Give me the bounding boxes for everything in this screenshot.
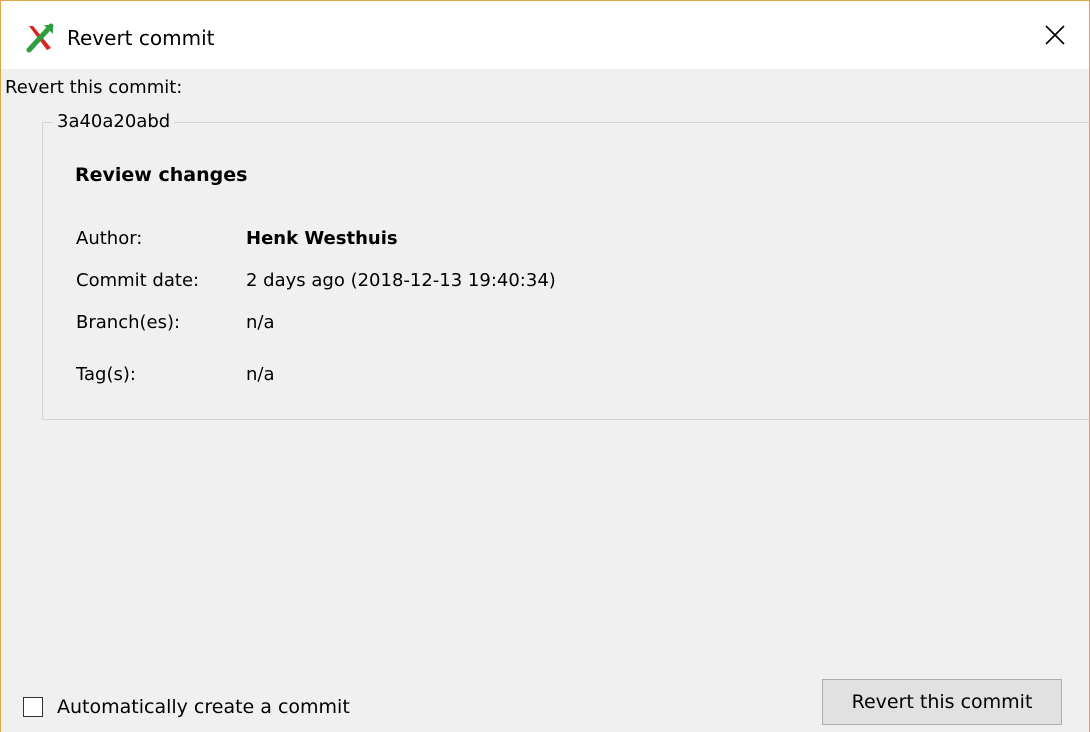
branches-value: n/a xyxy=(246,312,275,333)
tags-value: n/a xyxy=(246,364,275,385)
review-changes-heading: Review changes xyxy=(75,164,248,186)
revert-this-commit-label: Revert this commit: xyxy=(5,77,183,98)
commit-hash: 3a40a20abd xyxy=(53,109,175,135)
window-title: Revert commit xyxy=(67,26,215,50)
auto-commit-label: Automatically create a commit xyxy=(57,696,350,718)
close-icon xyxy=(1045,25,1065,45)
title-bar: Revert commit xyxy=(1,1,1089,69)
revert-x-icon xyxy=(25,23,55,53)
tags-label: Tag(s): xyxy=(76,364,136,385)
auto-commit-checkbox[interactable] xyxy=(23,697,43,717)
revert-commit-dialog: Revert commit Revert this commit: 3a40a2… xyxy=(0,0,1090,732)
author-label: Author: xyxy=(76,228,143,249)
branches-label: Branch(es): xyxy=(76,312,181,333)
commit-date-label: Commit date: xyxy=(76,270,200,291)
commit-date-value: 2 days ago (2018-12-13 19:40:34) xyxy=(246,270,556,291)
auto-commit-option[interactable]: Automatically create a commit xyxy=(23,693,350,721)
revert-commit-button[interactable]: Revert this commit xyxy=(822,679,1062,725)
author-value: Henk Westhuis xyxy=(246,228,398,249)
dialog-content: Revert this commit: 3a40a20abd Review ch… xyxy=(1,69,1089,732)
close-button[interactable] xyxy=(1021,1,1089,69)
